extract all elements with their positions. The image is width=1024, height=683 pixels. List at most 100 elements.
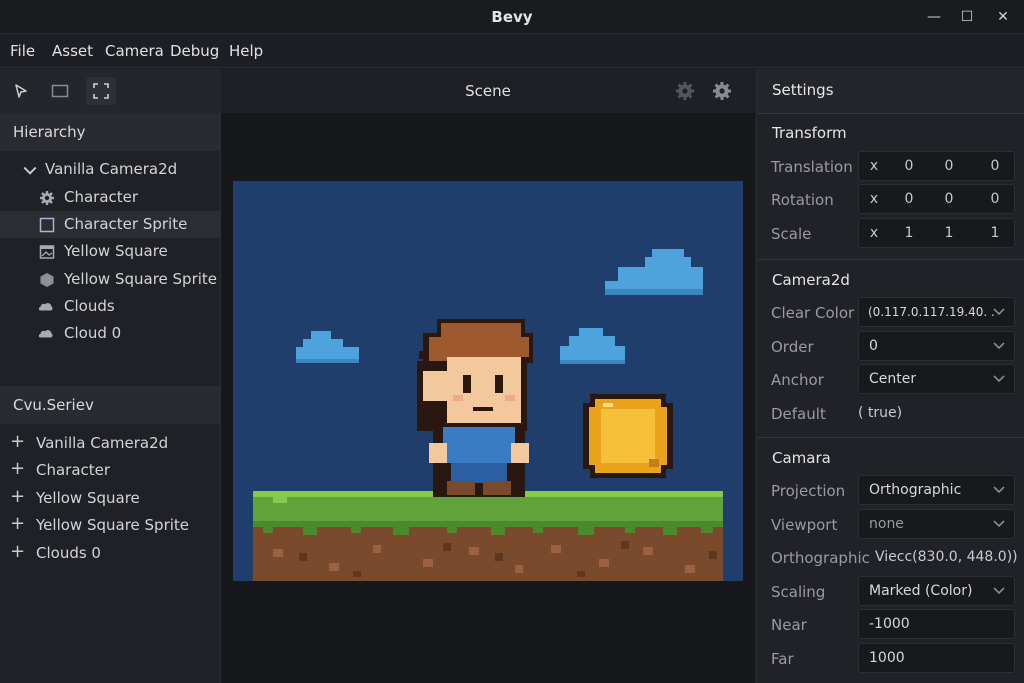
tree-item-character[interactable]: Character (0, 184, 221, 211)
scale-label: Scale (771, 225, 812, 243)
clear-color-field[interactable]: (0.117.0.117.19.40. ... (858, 297, 1015, 327)
chevron-down-icon[interactable] (992, 338, 1006, 352)
close-icon: ✕ (997, 9, 1009, 25)
tree-root-label: Vanilla Camera2d (45, 160, 178, 178)
projection-label: Projection (771, 482, 846, 500)
tree-root-item[interactable]: Vanilla Camera2d (0, 156, 221, 183)
vec-x[interactable]: 1 (899, 225, 919, 241)
scaling-value: Marked (Color) (869, 583, 973, 599)
tree-item-yellow-square[interactable]: Yellow Square (0, 238, 221, 265)
list-item-label: Clouds 0 (36, 544, 101, 562)
hierarchy-header: Hierarchy (0, 113, 221, 151)
plus-icon[interactable]: + (10, 458, 25, 479)
chevron-down-icon[interactable] (992, 583, 1006, 597)
divider (757, 437, 1024, 438)
list-item[interactable]: + Yellow Square (0, 485, 221, 512)
scaling-label: Scaling (771, 583, 826, 601)
ground (253, 491, 723, 581)
vec-x[interactable]: 0 (899, 158, 919, 174)
settings-panel: Settings Transform Translation x 0 0 0 R… (756, 69, 1024, 683)
plus-icon[interactable]: + (10, 486, 25, 507)
translation-field[interactable]: x 0 0 0 (858, 151, 1015, 181)
clear-color-value: (0.117.0.117.19.40. ... (868, 305, 994, 319)
menu-file[interactable]: File (10, 42, 35, 60)
default-label: Default (771, 405, 826, 423)
plus-icon[interactable]: + (10, 431, 25, 452)
vec-z[interactable]: 0 (985, 191, 1005, 207)
plus-icon[interactable]: + (10, 513, 25, 534)
tree-item-label: Yellow Square Sprite (64, 270, 218, 288)
viewport-field[interactable]: none (858, 509, 1015, 539)
frame-tool-button[interactable] (86, 77, 116, 105)
vec-y[interactable]: 0 (939, 158, 959, 174)
cloud-icon (38, 303, 53, 311)
projection-field[interactable]: Orthographic (858, 475, 1015, 505)
scale-field[interactable]: x 1 1 1 (858, 218, 1015, 248)
tree-item-label: Yellow Square (64, 242, 168, 260)
window-title: Bevy (491, 8, 533, 26)
second-panel-header: Cvu.Seriev (0, 386, 221, 424)
chevron-down-icon[interactable] (22, 163, 38, 179)
tree-item-cloud-0[interactable]: Cloud 0 (0, 320, 221, 347)
square-icon (39, 217, 55, 233)
chevron-down-icon[interactable] (992, 371, 1006, 385)
near-value: -1000 (869, 616, 910, 632)
close-button[interactable]: ✕ (991, 6, 1015, 28)
tree-item-clouds[interactable]: Clouds (0, 293, 221, 320)
frame-icon (93, 83, 109, 99)
list-item-label: Yellow Square Sprite (36, 516, 190, 534)
anchor-value: Center (869, 371, 917, 387)
maximize-button[interactable]: ☐ (955, 6, 979, 28)
menu-help[interactable]: Help (229, 42, 263, 60)
list-item[interactable]: + Yellow Square Sprite (0, 512, 221, 539)
chevron-down-icon[interactable] (992, 516, 1006, 530)
far-field[interactable]: 1000 (858, 643, 1015, 673)
settings-title: Settings (757, 69, 1024, 113)
chevron-down-icon[interactable] (992, 482, 1006, 496)
list-item[interactable]: + Clouds 0 (0, 540, 221, 567)
vec-y[interactable]: 0 (939, 191, 959, 207)
viewport-value: none (869, 516, 904, 532)
game-viewport[interactable] (233, 181, 743, 581)
minimize-button[interactable]: — (922, 6, 946, 28)
plus-icon[interactable]: + (10, 541, 25, 562)
scaling-field[interactable]: Marked (Color) (858, 576, 1015, 606)
character (417, 319, 533, 497)
menu-bar: File Asset Camera Debug Help (0, 35, 1024, 68)
menu-debug[interactable]: Debug (170, 42, 219, 60)
left-panel: Hierarchy Vanilla Camera2d Character Cha… (0, 69, 221, 683)
order-label: Order (771, 338, 814, 356)
vec-z[interactable]: 1 (985, 225, 1005, 241)
axis-label: x (869, 225, 879, 241)
menu-camera[interactable]: Camera (105, 42, 164, 60)
order-field[interactable]: 0 (858, 331, 1015, 361)
transform-title: Transform (772, 124, 847, 142)
gear-icon[interactable] (675, 81, 695, 101)
tree-item-yellow-square-sprite[interactable]: Yellow Square Sprite (0, 266, 221, 293)
menu-asset[interactable]: Asset (52, 42, 93, 60)
scene-toolbar: Scene (221, 69, 755, 113)
viewport-label: Viewport (771, 516, 838, 534)
tree-item-character-sprite[interactable]: Character Sprite (0, 211, 221, 238)
list-item-label: Vanilla Camera2d (36, 434, 169, 452)
title-bar: Bevy — ☐ ✕ (0, 0, 1024, 34)
list-item[interactable]: + Character (0, 457, 221, 484)
list-item[interactable]: + Vanilla Camera2d (0, 430, 221, 457)
near-field[interactable]: -1000 (858, 609, 1015, 639)
chevron-down-icon[interactable] (992, 304, 1006, 318)
rotation-field[interactable]: x 0 0 0 (858, 184, 1015, 214)
scene-panel: Scene (221, 69, 755, 683)
maximize-icon: ☐ (960, 9, 974, 25)
anchor-field[interactable]: Center (858, 364, 1015, 394)
vec-x[interactable]: 0 (899, 191, 919, 207)
settings-gear-icon[interactable] (712, 81, 732, 101)
anchor-label: Anchor (771, 371, 824, 389)
tree-item-label: Clouds (64, 297, 115, 315)
rect-tool-button[interactable] (45, 77, 75, 105)
select-tool-button[interactable] (6, 77, 36, 105)
vec-y[interactable]: 1 (939, 225, 959, 241)
rectangle-icon (51, 84, 69, 98)
vec-z[interactable]: 0 (985, 158, 1005, 174)
game-canvas (233, 181, 743, 581)
camara-title: Camara (772, 449, 831, 467)
